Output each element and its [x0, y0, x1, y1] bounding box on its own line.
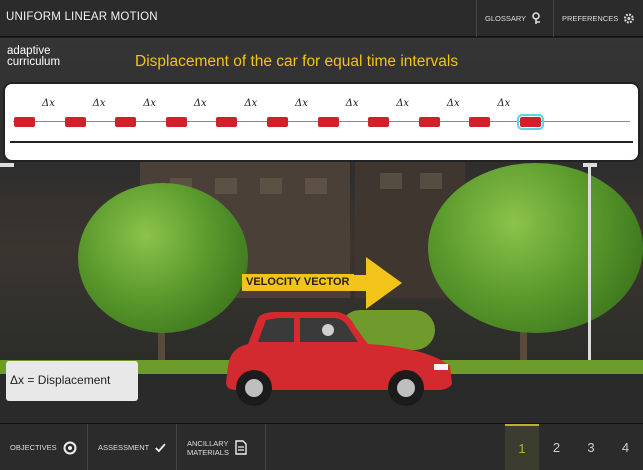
building-window	[380, 173, 402, 189]
ancillary-materials-button[interactable]: ANCILLARY MATERIALS	[177, 424, 266, 470]
red-car[interactable]	[218, 306, 458, 406]
car-position-marker	[115, 117, 137, 127]
top-bar: UNIFORM LINEAR MOTION GLOSSARY PREFERENC…	[0, 0, 643, 37]
page-button-1[interactable]: 1	[505, 424, 539, 470]
car-position-marker	[165, 117, 187, 127]
assessment-button[interactable]: ASSESSMENT	[88, 424, 177, 470]
gear-icon	[624, 13, 635, 24]
diagram-axis	[10, 141, 633, 143]
displacement-diagram: Δx Δx Δx Δx Δx Δx Δx Δx Δx Δx	[3, 82, 640, 162]
building-window	[215, 178, 237, 194]
objectives-button[interactable]: OBJECTIVES	[0, 424, 88, 470]
street-lamp-left	[0, 163, 14, 167]
glossary-icon	[532, 11, 541, 24]
displacement-legend: Δx = Displacement	[6, 361, 138, 401]
delta-x-label: Δx	[396, 98, 410, 109]
simulation-stage: adaptive curriculum Displacement of the …	[0, 38, 643, 423]
velocity-vector-label: VELOCITY VECTOR	[242, 274, 354, 290]
assessment-label: ASSESSMENT	[98, 443, 150, 452]
car-position-marker	[368, 117, 390, 127]
delta-x-label: Δx	[345, 98, 359, 109]
page-button-2[interactable]: 2	[540, 424, 574, 470]
delta-x-label: Δx	[446, 98, 460, 109]
car-position-marker	[216, 117, 238, 127]
target-icon	[63, 441, 77, 454]
checkmark-icon	[155, 443, 166, 452]
delta-x-label: Δx	[244, 98, 258, 109]
car-position-marker	[317, 117, 339, 127]
building-window	[305, 178, 327, 194]
delta-x-label: Δx	[193, 98, 207, 109]
glossary-label: GLOSSARY	[485, 14, 527, 23]
delta-x-label: Δx	[42, 98, 55, 109]
delta-x-label: Δx	[295, 98, 308, 109]
car-position-marker	[267, 117, 288, 127]
ancillary-label: ANCILLARY MATERIALS	[187, 438, 229, 457]
tree-right	[428, 163, 643, 333]
document-icon	[235, 440, 247, 455]
street-lamp	[588, 166, 591, 361]
bottom-bar: OBJECTIVES ASSESSMENT ANCILLARY MATERIAL…	[0, 423, 643, 470]
car-position-marker	[64, 117, 86, 127]
car-position-marker	[418, 117, 440, 127]
stage-title: Displacement of the car for equal time i…	[135, 53, 459, 70]
page-button-4[interactable]: 4	[609, 424, 643, 470]
delta-x-label: Δx	[143, 98, 157, 109]
car-position-marker	[517, 114, 544, 130]
building-window	[420, 173, 442, 189]
page-button-3[interactable]: 3	[574, 424, 608, 470]
preferences-label: PREFERENCES	[562, 14, 619, 23]
delta-x-label: Δx	[92, 98, 106, 109]
app-title: UNIFORM LINEAR MOTION	[6, 11, 158, 23]
car-position-marker	[469, 117, 491, 127]
adaptive-curriculum-logo: adaptive curriculum	[7, 45, 61, 68]
building-window	[260, 178, 282, 194]
street-lamp-head	[583, 163, 597, 167]
delta-x-label: Δx	[497, 98, 511, 109]
preferences-button[interactable]: PREFERENCES	[553, 0, 643, 37]
glossary-button[interactable]: GLOSSARY	[476, 0, 553, 37]
objectives-label: OBJECTIVES	[10, 443, 57, 452]
car-position-marker	[14, 117, 35, 127]
